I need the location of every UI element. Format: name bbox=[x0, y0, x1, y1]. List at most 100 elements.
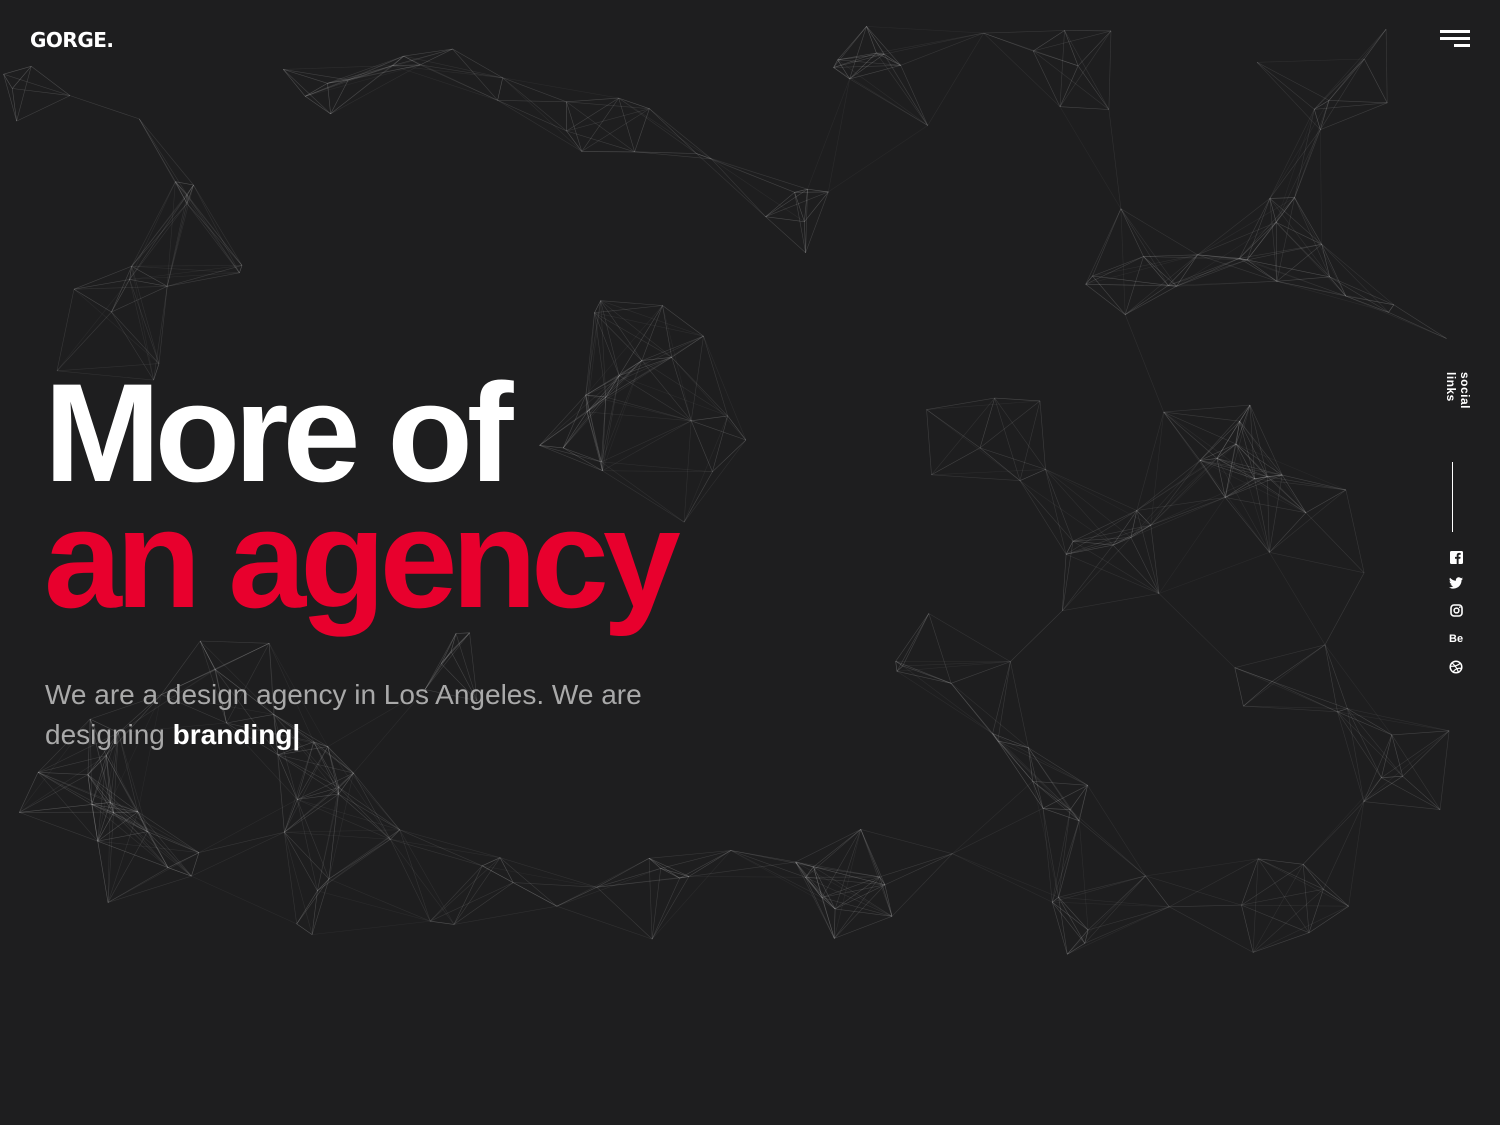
network-line bbox=[1258, 858, 1304, 865]
network-line bbox=[317, 787, 340, 891]
dribbble-icon[interactable] bbox=[1447, 658, 1465, 676]
network-line bbox=[1045, 469, 1067, 555]
network-line bbox=[1120, 208, 1144, 257]
network-line bbox=[566, 108, 650, 132]
network-line bbox=[618, 97, 650, 109]
network-line bbox=[691, 420, 746, 441]
network-line bbox=[284, 741, 315, 833]
twitter-icon[interactable] bbox=[1447, 574, 1465, 592]
network-line bbox=[596, 858, 650, 888]
network-line bbox=[191, 875, 297, 925]
network-line bbox=[1391, 730, 1450, 736]
network-line bbox=[1239, 198, 1271, 259]
network-line bbox=[730, 850, 806, 878]
network-line bbox=[3, 66, 32, 75]
network-line bbox=[928, 613, 952, 684]
network-line bbox=[807, 78, 850, 190]
menu-bar bbox=[1454, 44, 1470, 47]
network-line bbox=[1052, 901, 1170, 908]
network-line bbox=[403, 55, 503, 79]
network-line bbox=[186, 203, 240, 273]
network-line bbox=[452, 48, 503, 79]
network-line bbox=[390, 839, 431, 922]
network-line bbox=[600, 300, 704, 337]
network-line bbox=[390, 839, 455, 925]
network-line bbox=[502, 77, 583, 152]
network-line bbox=[1294, 197, 1322, 245]
network-line bbox=[902, 613, 930, 667]
network-line bbox=[679, 861, 796, 879]
logo[interactable]: GORGE. bbox=[30, 28, 114, 52]
network-line bbox=[1019, 469, 1046, 481]
network-line bbox=[688, 876, 806, 878]
network-line bbox=[896, 665, 904, 672]
network-line bbox=[1302, 801, 1365, 865]
network-line bbox=[296, 878, 330, 925]
facebook-icon[interactable] bbox=[1447, 548, 1465, 566]
network-line bbox=[453, 882, 514, 925]
behance-icon[interactable]: Be bbox=[1447, 628, 1465, 646]
network-line bbox=[111, 279, 130, 313]
network-line bbox=[1130, 460, 1201, 538]
network-line bbox=[158, 286, 168, 364]
instagram-icon[interactable] bbox=[1447, 601, 1465, 619]
network-line bbox=[1275, 109, 1315, 223]
network-line bbox=[926, 397, 995, 410]
network-line bbox=[1019, 480, 1067, 555]
network-line bbox=[596, 877, 680, 888]
network-line bbox=[3, 73, 71, 96]
network-line bbox=[1062, 544, 1114, 611]
hamburger-menu-icon[interactable] bbox=[1438, 28, 1472, 50]
network-line bbox=[1282, 474, 1346, 491]
network-line bbox=[1199, 460, 1270, 553]
network-line bbox=[703, 336, 728, 416]
network-line bbox=[1256, 58, 1365, 63]
network-line bbox=[138, 118, 188, 196]
network-line bbox=[1402, 776, 1441, 810]
hero-subtitle: We are a design agency in Los Angeles. W… bbox=[45, 675, 685, 755]
network-line bbox=[952, 781, 1033, 854]
network-line bbox=[1199, 460, 1307, 513]
network-line bbox=[1169, 904, 1242, 908]
network-line bbox=[348, 55, 404, 81]
network-line bbox=[1347, 708, 1365, 802]
network-line bbox=[399, 829, 501, 858]
network-line bbox=[305, 65, 393, 97]
network-line bbox=[1302, 864, 1324, 890]
network-line bbox=[821, 876, 880, 898]
network-line bbox=[866, 26, 984, 34]
network-line bbox=[1381, 776, 1403, 778]
network-line bbox=[1224, 497, 1270, 553]
network-line bbox=[1324, 572, 1365, 645]
network-line bbox=[1045, 469, 1114, 546]
network-line bbox=[131, 194, 188, 267]
network-line bbox=[805, 191, 829, 253]
network-line bbox=[688, 850, 732, 877]
network-line bbox=[1059, 106, 1122, 209]
network-line bbox=[1072, 510, 1137, 542]
network-line bbox=[712, 415, 728, 472]
network-line bbox=[648, 858, 690, 877]
network-line bbox=[1254, 478, 1270, 553]
network-line bbox=[1337, 708, 1348, 713]
network-line bbox=[1028, 747, 1071, 810]
network-line bbox=[110, 802, 148, 832]
network-line bbox=[390, 829, 400, 840]
network-line bbox=[1092, 275, 1126, 315]
network-line bbox=[1276, 222, 1322, 245]
network-line bbox=[1324, 644, 1348, 709]
network-line bbox=[992, 661, 1011, 734]
network-line bbox=[1065, 510, 1137, 555]
network-line bbox=[1199, 443, 1237, 461]
network-line bbox=[1269, 198, 1322, 245]
network-line bbox=[1402, 730, 1450, 777]
network-line bbox=[392, 65, 503, 79]
network-line bbox=[1120, 208, 1169, 286]
network-line bbox=[1393, 304, 1447, 339]
network-line bbox=[648, 858, 661, 869]
hero-title-line2: an agency bbox=[44, 480, 681, 637]
network-line bbox=[3, 74, 17, 122]
network-line bbox=[1042, 808, 1053, 903]
network-line bbox=[305, 64, 421, 97]
network-line bbox=[1059, 106, 1109, 110]
